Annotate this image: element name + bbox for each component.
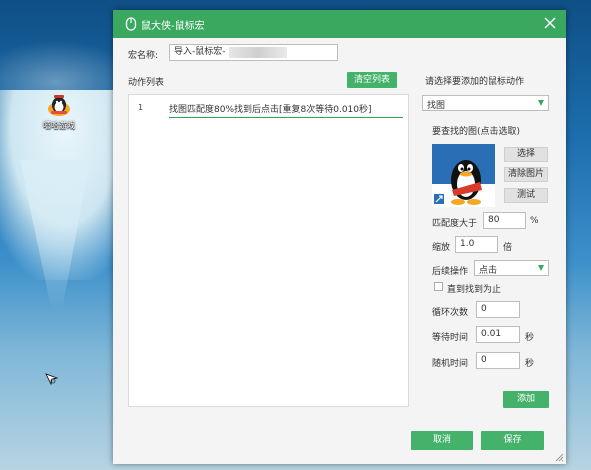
test-button[interactable]: 测试 — [504, 188, 548, 203]
match-value: 80 — [488, 215, 500, 225]
loop-input[interactable]: 0 — [476, 301, 520, 318]
save-button[interactable]: 保存 — [481, 431, 544, 450]
action-type-select[interactable]: 找图 — [422, 95, 549, 111]
action-list[interactable]: 1 找图匹配度80%找到后点击[重复8次等待0.010秒] — [128, 94, 409, 407]
follow-up-label: 后续操作 — [432, 267, 469, 277]
random-input[interactable]: 0 — [476, 352, 520, 369]
action-row-underline — [169, 117, 403, 118]
game-app-icon — [45, 92, 73, 118]
until-found-label: 直到找到为止 — [447, 285, 502, 295]
mouse-macro-dialog: 鼠大侠-鼠标宏 宏名称: 导入-鼠标宏- 动作列表 清空列表 1 找图匹配度80… — [113, 10, 566, 464]
close-icon[interactable] — [542, 15, 558, 31]
wait-label: 等待时间 — [432, 333, 469, 343]
scale-value: 1.0 — [460, 239, 475, 249]
clear-list-button[interactable]: 清空列表 — [347, 72, 397, 88]
resize-grip-icon[interactable] — [554, 452, 564, 462]
chevron-down-icon — [538, 265, 544, 271]
select-image-button[interactable]: 选择 — [504, 147, 548, 162]
action-index: 1 — [138, 103, 144, 112]
match-label: 匹配度大于 — [432, 219, 478, 229]
action-text: 找图匹配度80%找到后点击[重复8次等待0.010秒] — [169, 105, 372, 115]
scale-unit: 倍 — [503, 243, 513, 253]
desktop-icon-game[interactable]: 嘻哈游戏 — [38, 92, 80, 131]
add-action-label: 请选择要添加的鼠标动作 — [425, 77, 525, 87]
wait-value: 0.01 — [481, 329, 502, 339]
cancel-button[interactable]: 取消 — [411, 431, 473, 450]
action-list-label: 动作列表 — [128, 78, 165, 88]
action-type-value: 找图 — [427, 101, 446, 111]
add-button[interactable]: 添加 — [503, 391, 549, 408]
wait-unit: 秒 — [525, 333, 535, 343]
until-found-checkbox[interactable] — [434, 282, 443, 291]
scale-input[interactable]: 1.0 — [455, 236, 498, 253]
macro-name-redacted — [229, 47, 287, 58]
list-item[interactable]: 1 找图匹配度80%找到后点击[重复8次等待0.010秒] — [129, 101, 408, 118]
busy-cursor-icon — [44, 372, 59, 386]
macro-name-label: 宏名称: — [128, 51, 159, 61]
dialog-title: 鼠大侠-鼠标宏 — [141, 21, 205, 32]
follow-up-value: 点击 — [479, 266, 498, 276]
random-value: 0 — [481, 355, 487, 365]
desktop-icon-label: 嘻哈游戏 — [43, 121, 75, 130]
target-image-preview[interactable] — [432, 144, 495, 207]
match-unit: % — [530, 216, 539, 226]
dialog-titlebar[interactable]: 鼠大侠-鼠标宏 — [113, 10, 566, 38]
macro-name-value: 导入-鼠标宏- — [174, 47, 226, 57]
scale-label: 缩放 — [432, 243, 451, 253]
chevron-down-icon — [538, 100, 544, 106]
match-input[interactable]: 80 — [483, 212, 526, 229]
wait-input[interactable]: 0.01 — [476, 326, 520, 343]
clear-image-button[interactable]: 清除图片 — [504, 167, 548, 182]
random-unit: 秒 — [525, 359, 535, 369]
loop-label: 循环次数 — [432, 308, 469, 318]
find-image-label: 要查找的图(点击选取) — [432, 127, 521, 137]
mouse-icon — [125, 17, 137, 31]
follow-up-select[interactable]: 点击 — [474, 260, 549, 276]
loop-value: 0 — [481, 304, 487, 314]
random-label: 随机时间 — [432, 359, 469, 369]
